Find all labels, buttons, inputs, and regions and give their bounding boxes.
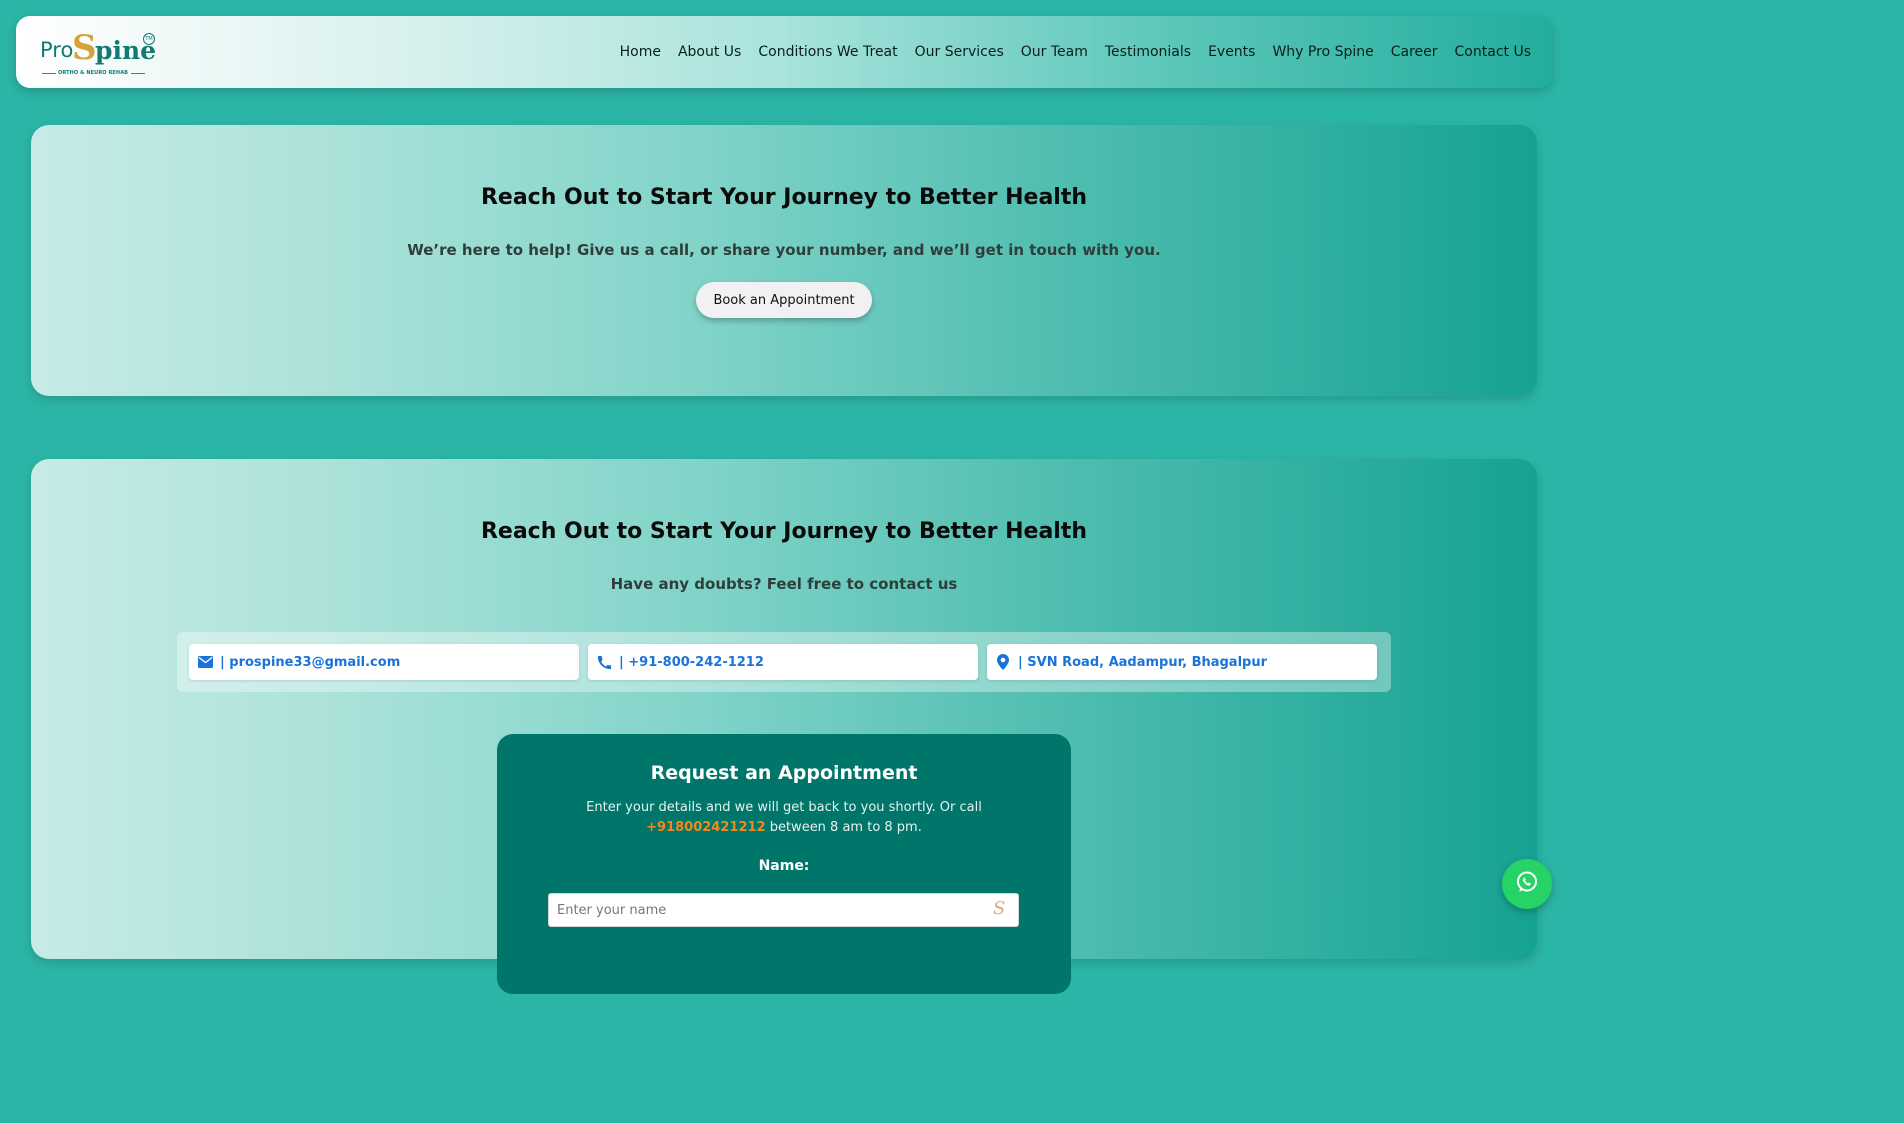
nav-events[interactable]: Events	[1208, 44, 1255, 60]
hero-subtext: We’re here to help! Give us a call, or s…	[407, 241, 1161, 259]
form-title: Request an Appointment	[650, 762, 918, 784]
nav-our-services[interactable]: Our Services	[915, 44, 1004, 60]
nav-career[interactable]: Career	[1391, 44, 1438, 60]
email-text: | prospine33@gmail.com	[220, 654, 401, 670]
envelope-icon	[197, 654, 213, 670]
hero-heading: Reach Out to Start Your Journey to Bette…	[480, 185, 1088, 210]
prospine-logo[interactable]: Pro S pine TM ORTHO & NEURO REHAB	[40, 24, 158, 80]
nav-testimonials[interactable]: Testimonials	[1105, 44, 1191, 60]
autofill-icon: S	[993, 898, 1006, 919]
name-label: Name:	[758, 858, 810, 874]
appointment-form: Request an Appointment Enter your detail…	[497, 734, 1071, 994]
nav-conditions-we-treat[interactable]: Conditions We Treat	[758, 44, 897, 60]
address-contact[interactable]: | SVN Road, Aadampur, Bhagalpur	[987, 644, 1377, 680]
email-contact[interactable]: | prospine33@gmail.com	[189, 644, 579, 680]
logo-divider-left	[42, 73, 56, 74]
whatsapp-icon	[1515, 870, 1539, 898]
name-input[interactable]	[548, 893, 1019, 927]
form-call-number[interactable]: +918002421212	[646, 820, 765, 835]
nav-about-us[interactable]: About Us	[678, 44, 741, 60]
logo-trademark: TM	[143, 33, 155, 45]
hero-card: Reach Out to Start Your Journey to Bette…	[31, 125, 1537, 396]
site-header: Pro S pine TM ORTHO & NEURO REHAB Home A…	[16, 16, 1552, 88]
nav-contact-us[interactable]: Contact Us	[1455, 44, 1531, 60]
main-nav: Home About Us Conditions We Treat Our Se…	[603, 16, 1531, 88]
logo-tagline: ORTHO & NEURO REHAB	[58, 70, 129, 76]
form-description: Enter your details and we will get back …	[533, 798, 1035, 838]
contact-card: Reach Out to Start Your Journey to Bette…	[31, 459, 1537, 994]
phone-text: | +91-800-242-1212	[619, 654, 764, 670]
nav-home[interactable]: Home	[620, 44, 661, 60]
map-pin-icon	[995, 654, 1011, 670]
whatsapp-chat-button[interactable]	[1502, 859, 1552, 909]
phone-icon	[596, 654, 612, 670]
form-desc-after: between 8 am to 8 pm.	[765, 820, 922, 835]
logo-pro-text: Pro	[40, 38, 74, 62]
contact-subtext: Have any doubts? Feel free to contact us	[610, 575, 958, 593]
book-appointment-button[interactable]: Book an Appointment	[696, 282, 872, 318]
nav-why-pro-spine[interactable]: Why Pro Spine	[1272, 44, 1373, 60]
contact-heading: Reach Out to Start Your Journey to Bette…	[480, 519, 1088, 544]
form-desc-before: Enter your details and we will get back …	[586, 800, 982, 815]
logo-divider-right	[131, 73, 145, 74]
nav-our-team[interactable]: Our Team	[1021, 44, 1088, 60]
logo-spine-s: S	[72, 28, 97, 68]
address-text: | SVN Road, Aadampur, Bhagalpur	[1018, 654, 1268, 670]
contact-info-strip: | prospine33@gmail.com | +91-800-242-121…	[177, 632, 1391, 692]
phone-contact[interactable]: | +91-800-242-1212	[588, 644, 978, 680]
